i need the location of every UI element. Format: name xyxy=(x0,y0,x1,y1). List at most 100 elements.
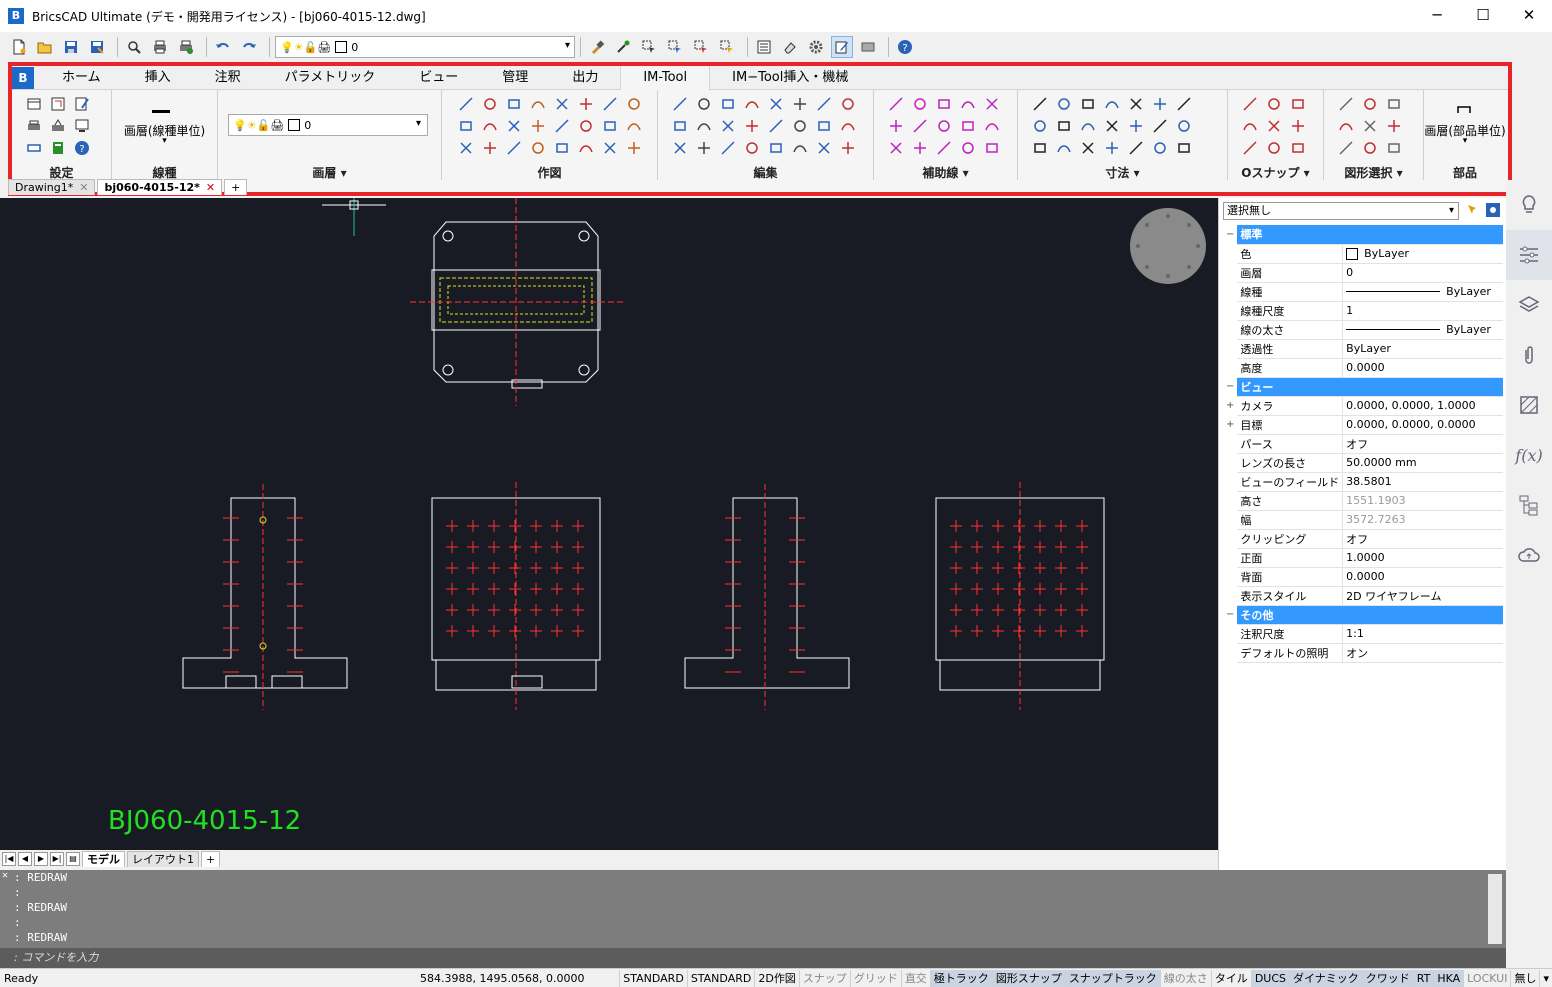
plot-button[interactable] xyxy=(149,36,171,58)
property-value[interactable]: ByLayer xyxy=(1342,244,1503,264)
blank2-icon[interactable] xyxy=(816,96,832,112)
dim-text-icon[interactable] xyxy=(1152,118,1168,134)
snap-clear-icon[interactable] xyxy=(1290,140,1306,156)
settings-pen-icon[interactable] xyxy=(74,96,90,112)
tab-im-tool[interactable]: IM-Tool xyxy=(620,65,711,90)
dim-center-icon[interactable] xyxy=(1104,118,1120,134)
property-value[interactable]: 1:1 xyxy=(1342,624,1503,644)
cloud-icon[interactable] xyxy=(602,118,618,134)
panel-label-object-snap[interactable]: Oスナップ ▾ xyxy=(1228,164,1323,180)
dim-arc-icon[interactable] xyxy=(1056,118,1072,134)
first-layout-button[interactable]: |◀ xyxy=(2,851,16,866)
hatch-panel-button[interactable] xyxy=(1506,380,1552,430)
database-icon[interactable] xyxy=(50,140,66,156)
prev-layout-button[interactable]: ◀ xyxy=(18,851,32,866)
help-button[interactable]: ? xyxy=(894,36,916,58)
property-row[interactable]: 線種 ByLayer xyxy=(1223,282,1503,302)
property-value[interactable]: ByLayer xyxy=(1342,282,1503,302)
status-toggle[interactable]: RT xyxy=(1412,969,1434,987)
snap-tangent-icon[interactable] xyxy=(1266,118,1282,134)
dim-space-icon[interactable] xyxy=(1080,140,1096,156)
minimize-button[interactable]: ─ xyxy=(1414,0,1460,32)
eraser-button[interactable] xyxy=(779,36,801,58)
h-line-icon[interactable] xyxy=(888,96,904,112)
property-row[interactable]: 画層 0 xyxy=(1223,263,1503,283)
select-cp-icon[interactable] xyxy=(1362,140,1378,156)
hatch-x-icon[interactable] xyxy=(888,140,904,156)
select-window-icon[interactable] xyxy=(1338,118,1354,134)
fillet-icon[interactable] xyxy=(768,96,784,112)
rectangle-icon[interactable] xyxy=(672,118,688,134)
mirror-icon[interactable] xyxy=(744,118,760,134)
property-row[interactable]: 線の太さ ByLayer xyxy=(1223,320,1503,340)
command-panel-close-icon[interactable]: ✕ xyxy=(2,870,10,881)
tab-output[interactable]: 出力 xyxy=(550,66,620,90)
double-bar-icon[interactable] xyxy=(984,118,1000,134)
snap-nearest-icon[interactable] xyxy=(1266,140,1282,156)
command-scrollbar[interactable] xyxy=(1488,874,1502,944)
property-row[interactable]: クリッピング オフ xyxy=(1223,529,1503,549)
tips-panel-button[interactable] xyxy=(1506,180,1552,230)
next-layout-button[interactable]: ▶ xyxy=(34,851,48,866)
layer-select-combo[interactable]: 💡 ☀ 🔓 🖨 0 ▾ xyxy=(228,114,428,136)
tab-view[interactable]: ビュー xyxy=(397,66,480,90)
settings-button[interactable] xyxy=(805,36,827,58)
property-value[interactable]: ByLayer xyxy=(1342,339,1503,359)
rect-fill-icon[interactable] xyxy=(578,96,594,112)
status-toggle[interactable]: ダイナミック xyxy=(1289,969,1362,987)
copy-icon[interactable] xyxy=(672,96,688,112)
quick-select-icon[interactable] xyxy=(1465,202,1481,218)
panel-label-layer[interactable]: 画層 ▾ xyxy=(218,164,441,180)
tab-manage[interactable]: 管理 xyxy=(480,66,550,90)
navigation-wheel[interactable] xyxy=(1130,208,1206,284)
add-layout-button[interactable]: + xyxy=(201,850,221,867)
tab-model[interactable]: モデル xyxy=(82,850,125,867)
dim-leader-icon[interactable] xyxy=(1032,140,1048,156)
status-toggle[interactable]: スナップ xyxy=(798,969,850,987)
wave-icon[interactable] xyxy=(530,96,546,112)
hatch-line-icon[interactable] xyxy=(554,96,570,112)
tab-annotate[interactable]: 注釈 xyxy=(193,66,263,90)
open-file-button[interactable] xyxy=(34,36,56,58)
mesh-icon[interactable] xyxy=(984,140,1000,156)
save-as-button[interactable] xyxy=(86,36,108,58)
point-icon[interactable] xyxy=(578,118,594,134)
status-toggle[interactable]: STANDARD xyxy=(619,969,687,987)
property-row[interactable]: 正面 1.0000 xyxy=(1223,548,1503,568)
property-value[interactable]: 0.0000, 0.0000, 1.0000 xyxy=(1342,396,1503,416)
property-value[interactable]: 0.0000 xyxy=(1342,567,1503,587)
property-row[interactable]: デフォルトの照明 オン xyxy=(1223,643,1503,663)
application-menu-button[interactable]: B xyxy=(12,66,34,89)
frame-icon[interactable] xyxy=(720,140,736,156)
expand-icon[interactable]: + xyxy=(1223,415,1237,434)
select-c-icon[interactable] xyxy=(1362,96,1378,112)
panel-label-construction-lines[interactable]: 補助線 ▾ xyxy=(874,164,1017,180)
selection-combo[interactable]: 選択無し ▾ xyxy=(1223,202,1459,220)
hook-icon[interactable] xyxy=(840,96,856,112)
collapse-icon[interactable]: − xyxy=(1223,225,1237,244)
properties-panel-button[interactable] xyxy=(1506,230,1552,280)
move-icon[interactable] xyxy=(696,96,712,112)
property-value[interactable]: 1 xyxy=(1342,301,1503,321)
status-toggle[interactable]: DUCS xyxy=(1250,969,1289,987)
select-info-icon[interactable] xyxy=(1386,118,1402,134)
status-toggle[interactable]: スナップトラック xyxy=(1064,969,1160,987)
doc-tab-drawing1[interactable]: Drawing1* ✕ xyxy=(8,179,96,195)
rect-icon[interactable] xyxy=(506,140,522,156)
property-row[interactable]: 透過性 ByLayer xyxy=(1223,339,1503,359)
save-button[interactable] xyxy=(60,36,82,58)
property-row[interactable]: ビューのフィールド 38.5801 xyxy=(1223,472,1503,492)
circle-icon[interactable] xyxy=(554,118,570,134)
property-value[interactable]: 38.5801 xyxy=(1342,472,1503,492)
status-toggle[interactable]: 2D作図 xyxy=(754,969,798,987)
arc-icon[interactable] xyxy=(458,118,474,134)
template-icon[interactable] xyxy=(26,96,42,112)
blank5-icon[interactable] xyxy=(840,140,856,156)
dim-continue-icon[interactable] xyxy=(1128,96,1144,112)
status-toggle[interactable]: クワッド xyxy=(1361,969,1413,987)
snap-perp-icon[interactable] xyxy=(1290,118,1306,134)
print-setting-icon[interactable] xyxy=(50,118,66,134)
dim-style-icon[interactable] xyxy=(1176,118,1192,134)
plot-style-icon[interactable] xyxy=(26,118,42,134)
triple-t-icon[interactable] xyxy=(984,96,1000,112)
